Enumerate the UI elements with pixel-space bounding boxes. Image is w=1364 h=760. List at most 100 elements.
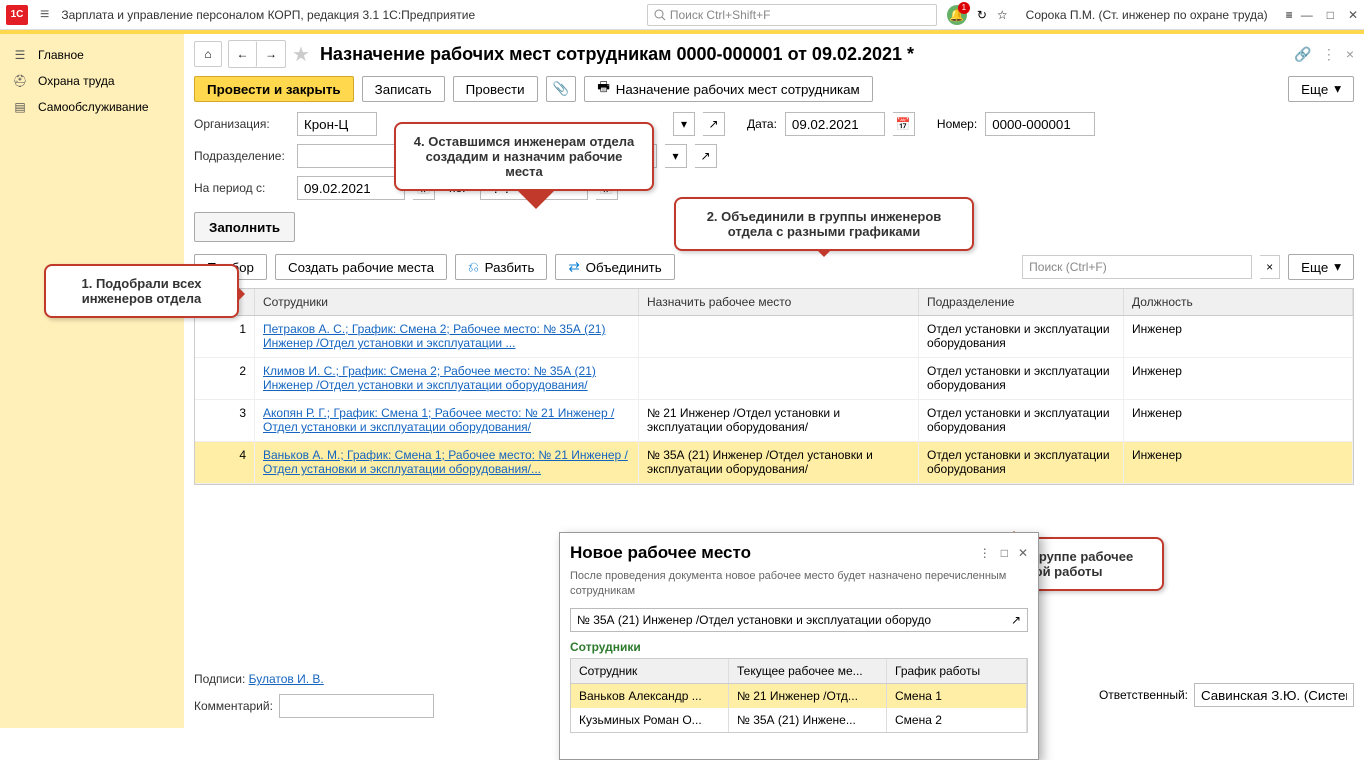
dep-open-button[interactable]: ▾ bbox=[665, 144, 687, 168]
sidebar-label: Охрана труда bbox=[38, 74, 115, 88]
resp-input[interactable] bbox=[1194, 683, 1354, 707]
table-row[interactable]: 1Петраков А. С.; График: Смена 2; Рабоче… bbox=[195, 316, 1353, 358]
cell-emp: Акопян Р. Г.; График: Смена 1; Рабочее м… bbox=[255, 400, 639, 441]
top-bar: 1C ≡ Зарплата и управление персоналом КО… bbox=[0, 0, 1364, 30]
sidebar-item-self[interactable]: ▤Самообслуживание bbox=[0, 94, 184, 120]
dep-ext-button[interactable]: ↗ bbox=[695, 144, 717, 168]
minimize-icon[interactable]: — bbox=[1301, 8, 1313, 22]
fill-button[interactable]: Заполнить bbox=[194, 212, 295, 242]
forward-button[interactable]: → bbox=[257, 41, 285, 67]
maximize-icon[interactable]: □ bbox=[1327, 8, 1334, 22]
popup-max-icon[interactable]: □ bbox=[1001, 546, 1008, 560]
merge-label: Объединить bbox=[586, 260, 662, 275]
action-row: Подбор Создать рабочие места ⎌Разбить ⇄О… bbox=[194, 254, 1354, 280]
popup-th-cur[interactable]: Текущее рабочее ме... bbox=[729, 659, 887, 683]
period-label: На период с: bbox=[194, 181, 289, 195]
callout-2: 2. Объединили в группы инженеров отдела … bbox=[674, 197, 974, 251]
comment-input[interactable] bbox=[279, 694, 434, 718]
cell-dep: Отдел установки и эксплуатации оборудова… bbox=[919, 358, 1124, 399]
link-icon[interactable]: 🔗 bbox=[1294, 46, 1311, 63]
th-emp[interactable]: Сотрудники bbox=[255, 289, 639, 315]
print-button[interactable]: 🖶Назначение рабочих мест сотрудникам bbox=[584, 76, 873, 102]
table-search-clear[interactable]: × bbox=[1260, 255, 1280, 279]
cell-pos: Инженер bbox=[1124, 400, 1353, 441]
table-more-button[interactable]: Еще ▾ bbox=[1288, 254, 1354, 280]
form-row-org: Организация: ▾ ↗ Дата: 📅 Номер: bbox=[194, 112, 1354, 136]
content: ⌂ ← → ★ Назначение рабочих мест сотрудни… bbox=[184, 34, 1364, 728]
table-row[interactable]: 4Ваньков А. М.; График: Смена 1; Рабочее… bbox=[195, 442, 1353, 484]
dep-label: Подразделение: bbox=[194, 149, 289, 163]
date-input[interactable] bbox=[785, 112, 885, 136]
close-icon[interactable]: ✕ bbox=[1348, 8, 1358, 22]
home-button[interactable]: ⌂ bbox=[194, 41, 222, 67]
user-name[interactable]: Сорока П.М. (Ст. инженер по охране труда… bbox=[1026, 8, 1268, 22]
cell-dep: Отдел установки и эксплуатации оборудова… bbox=[919, 442, 1124, 483]
split-button[interactable]: ⎌Разбить bbox=[455, 254, 547, 280]
close-tab-icon[interactable]: × bbox=[1346, 46, 1354, 63]
search-icon bbox=[654, 9, 666, 21]
search-top[interactable]: Поиск Ctrl+Shift+F bbox=[647, 4, 937, 26]
th-dep[interactable]: Подразделение bbox=[919, 289, 1124, 315]
num-label: Номер: bbox=[937, 117, 977, 131]
sidebar-item-safety[interactable]: ⛑Охрана труда bbox=[0, 68, 184, 94]
create-wp-button[interactable]: Создать рабочие места bbox=[275, 254, 447, 280]
table-row[interactable]: 3 Акопян Р. Г.; График: Смена 1; Рабочее … bbox=[195, 400, 1353, 442]
more-button[interactable]: Еще ▾ bbox=[1288, 76, 1354, 102]
cell-n: 2 bbox=[195, 358, 255, 399]
popup-th-emp[interactable]: Сотрудник bbox=[571, 659, 729, 683]
pcell-sched: Смена 1 bbox=[887, 684, 1027, 708]
num-input[interactable] bbox=[985, 112, 1095, 136]
th-wp[interactable]: Назначить рабочее место bbox=[639, 289, 919, 315]
favorite-star-icon[interactable]: ★ bbox=[292, 42, 310, 67]
th-pos[interactable]: Должность bbox=[1124, 289, 1353, 315]
bell-badge: 1 bbox=[958, 2, 970, 14]
cell-wp bbox=[639, 316, 919, 357]
cell-n: 3 bbox=[195, 400, 255, 441]
table-search[interactable]: Поиск (Ctrl+F) bbox=[1022, 255, 1252, 279]
cell-pos: Инженер bbox=[1124, 358, 1353, 399]
write-button[interactable]: Записать bbox=[362, 76, 445, 102]
history-icon[interactable]: ↻ bbox=[977, 8, 987, 22]
callout-1: 1. Подобрали всех инженеров отдела bbox=[44, 264, 239, 318]
bell-icon[interactable]: 🔔1 bbox=[947, 5, 967, 25]
org-open-button[interactable]: ▾ bbox=[673, 112, 695, 136]
popup-more-icon[interactable]: ⋮ bbox=[979, 546, 991, 560]
sidebar-item-main[interactable]: ☰Главное bbox=[0, 42, 184, 68]
merge-button[interactable]: ⇄Объединить bbox=[555, 254, 674, 280]
settings-icon[interactable]: ≡ bbox=[1286, 8, 1293, 22]
table-row[interactable]: 2 Климов И. С.; График: Смена 2; Рабочее … bbox=[195, 358, 1353, 400]
emp-link[interactable]: Ваньков А. М.; График: Смена 1; Рабочее … bbox=[263, 448, 628, 476]
popup-wp-open[interactable]: ↗ bbox=[1011, 613, 1021, 627]
logo-1c: 1C bbox=[6, 5, 28, 25]
date-cal-button[interactable]: 📅 bbox=[893, 112, 915, 136]
popup-wp-input[interactable]: № 35А (21) Инженер /Отдел установки и эк… bbox=[570, 608, 1028, 632]
cell-emp: Петраков А. С.; График: Смена 2; Рабочее… bbox=[255, 316, 639, 357]
more-icon[interactable]: ⋮ bbox=[1322, 46, 1336, 63]
popup-close-icon[interactable]: ✕ bbox=[1018, 546, 1028, 560]
back-button[interactable]: ← bbox=[229, 41, 257, 67]
org-ext-button[interactable]: ↗ bbox=[703, 112, 725, 136]
more-label: Еще bbox=[1301, 82, 1328, 97]
post-close-button[interactable]: Провести и закрыть bbox=[194, 76, 354, 102]
emp-link[interactable]: Петраков А. С.; График: Смена 2; Рабочее… bbox=[263, 322, 605, 350]
print-label: Назначение рабочих мест сотрудникам bbox=[616, 82, 860, 97]
emp-link[interactable]: Климов И. С.; График: Смена 2; Рабочее м… bbox=[263, 364, 596, 392]
post-button[interactable]: Провести bbox=[453, 76, 538, 102]
hamburger-icon[interactable]: ≡ bbox=[40, 6, 49, 24]
popup-row[interactable]: Кузьминых Роман О...№ 35А (21) Инжене...… bbox=[571, 708, 1027, 732]
popup-th-sched[interactable]: График работы bbox=[887, 659, 1027, 683]
form-row-dep: Подразделение: ▾ ↗ bbox=[194, 144, 1354, 168]
sign-link[interactable]: Булатов И. В. bbox=[249, 672, 324, 686]
doc-header: ⌂ ← → ★ Назначение рабочих мест сотрудни… bbox=[194, 40, 1354, 68]
emp-link[interactable]: Акопян Р. Г.; График: Смена 1; Рабочее м… bbox=[263, 406, 614, 434]
period-from-input[interactable] bbox=[297, 176, 405, 200]
popup-row[interactable]: Ваньков Александр ...№ 21 Инженер /Отд..… bbox=[571, 684, 1027, 708]
popup-section: Сотрудники bbox=[570, 640, 1028, 654]
cell-wp: № 21 Инженер /Отдел установки и эксплуат… bbox=[639, 400, 919, 441]
attach-button[interactable]: 📎 bbox=[546, 76, 577, 102]
star-icon[interactable]: ☆ bbox=[997, 8, 1008, 22]
org-input[interactable] bbox=[297, 112, 377, 136]
app-title: Зарплата и управление персоналом КОРП, р… bbox=[61, 8, 646, 22]
cell-wp: № 35А (21) Инженер /Отдел установки и эк… bbox=[639, 442, 919, 483]
popup-wp-value: № 35А (21) Инженер /Отдел установки и эк… bbox=[577, 613, 1011, 627]
